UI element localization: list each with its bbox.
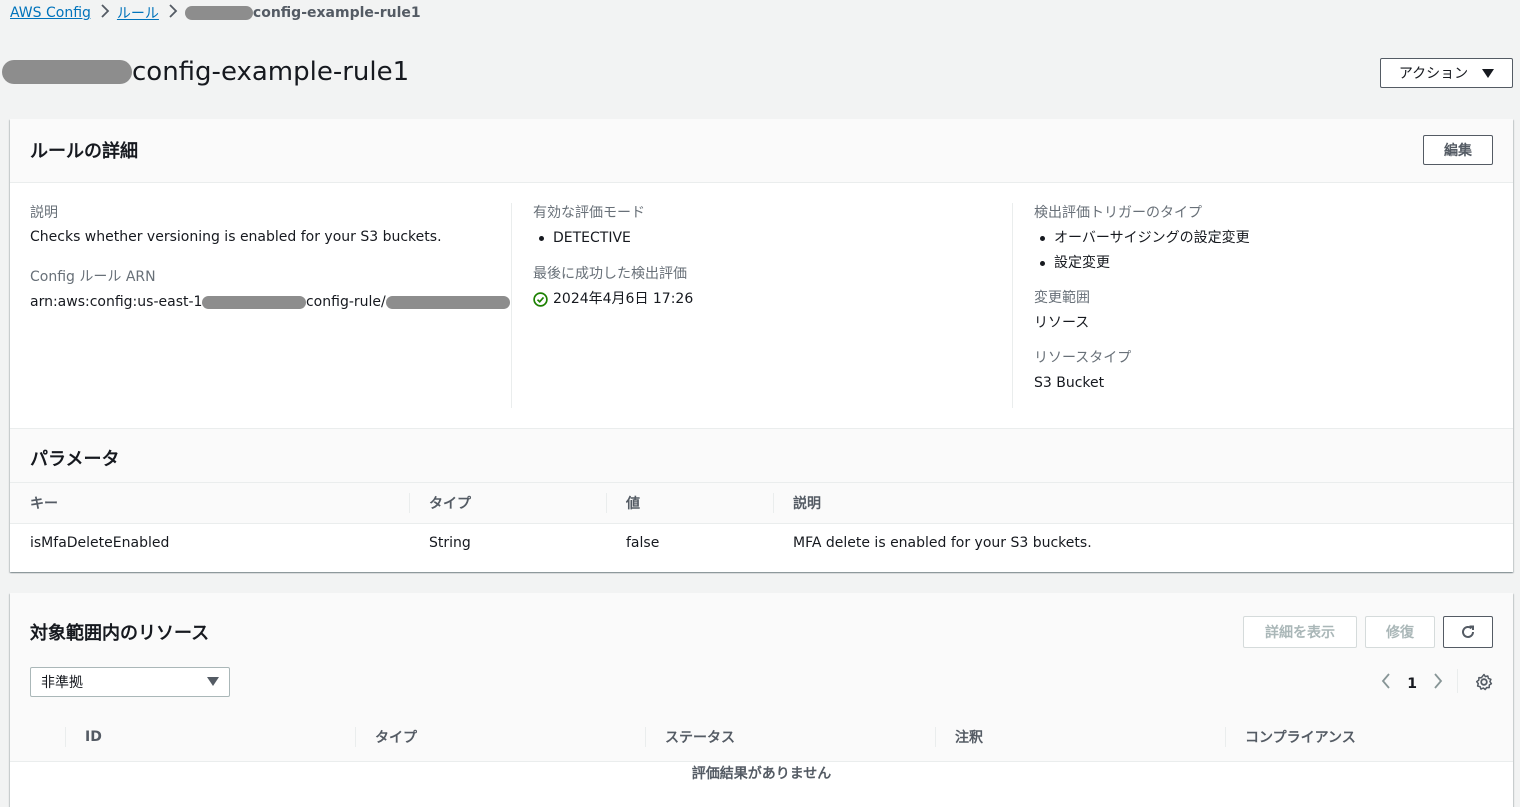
- param-value: false: [626, 535, 660, 552]
- last-eval-value: 2024年4月6日 17:26: [533, 289, 1011, 309]
- resources-header: [10, 593, 1513, 713]
- eval-mode-label: 有効な評価モード: [533, 205, 645, 221]
- details-column-3: 検出評価トリガーのタイプ オーバーサイジングの設定変更 設定変更 変更範囲 リソ…: [1012, 203, 1492, 408]
- column-header-compliance[interactable]: コンプライアンス: [1225, 713, 1513, 762]
- actions-dropdown-button[interactable]: アクション: [1380, 58, 1513, 88]
- scope-value: リソース: [1034, 315, 1090, 331]
- last-eval-text: 2024年4月6日 17:26: [553, 291, 694, 307]
- caret-down-icon: [207, 677, 219, 686]
- page-title: config-example-rule1: [2, 56, 409, 88]
- list-item: DETECTIVE: [533, 228, 1011, 248]
- column-header-type[interactable]: タイプ: [355, 713, 645, 762]
- chevron-right-icon: [168, 4, 178, 22]
- check-circle-icon: [533, 291, 548, 307]
- redacted-text: [202, 295, 306, 309]
- scope-label: 変更範囲: [1034, 290, 1090, 306]
- pagination: 1: [1381, 673, 1443, 694]
- description-label: 説明: [30, 205, 58, 221]
- column-header-annotation[interactable]: 注釈: [935, 713, 1225, 762]
- page-number[interactable]: 1: [1407, 676, 1417, 692]
- list-item: オーバーサイジングの設定変更: [1034, 228, 1492, 248]
- resource-type-label: リソースタイプ: [1034, 350, 1132, 366]
- column-header-key: キー: [10, 483, 409, 524]
- param-key: isMfaDeleteEnabled: [30, 535, 170, 552]
- parameters-title: パラメータ: [30, 449, 120, 470]
- list-item: 設定変更: [1034, 253, 1492, 273]
- trigger-list: オーバーサイジングの設定変更 設定変更: [1034, 228, 1492, 273]
- actions-label: アクション: [1398, 66, 1469, 82]
- compliance-filter-value: 非準拠: [41, 675, 83, 691]
- page-title-text: config-example-rule1: [132, 57, 410, 87]
- trigger-label: 検出評価トリガーのタイプ: [1034, 205, 1202, 221]
- pagination-divider: [1457, 669, 1458, 693]
- rule-details-panel: ルールの詳細 編集 説明 Checks whether versioning i…: [10, 119, 1513, 572]
- view-details-button[interactable]: 詳細を表示: [1243, 616, 1357, 648]
- redacted-text: [385, 295, 510, 309]
- compliance-filter-select[interactable]: 非準拠: [30, 667, 230, 697]
- chevron-right-icon: [100, 4, 110, 22]
- arn-value: arn:aws:config:us-east-1 config-rule/: [30, 292, 510, 312]
- column-header-id[interactable]: ID: [65, 713, 355, 762]
- remediate-button[interactable]: 修復: [1365, 616, 1435, 648]
- parameters-header: [10, 428, 1513, 483]
- redacted-text: [184, 6, 253, 20]
- last-eval-label: 最後に成功した検出評価: [533, 266, 687, 282]
- resources-table: ID タイプ ステータス 注釈 コンプライアンス: [10, 713, 1513, 762]
- caret-down-icon: [1482, 68, 1495, 78]
- remediate-label: 修復: [1386, 625, 1414, 641]
- column-header-type: タイプ: [409, 483, 606, 524]
- column-header-status[interactable]: ステータス: [645, 713, 935, 762]
- parameters-table: キー タイプ 値 説明 isMfaDeleteEnabled String fa…: [10, 483, 1513, 563]
- arn-label: Config ルール ARN: [30, 269, 156, 285]
- breadcrumb-current: config-example-rule1: [252, 5, 421, 21]
- param-type: String: [429, 535, 471, 552]
- details-column-2: 有効な評価モード DETECTIVE 最後に成功した検出評価 2024年4月6日…: [511, 203, 1011, 408]
- resources-panel: 対象範囲内のリソース 詳細を表示 修復 非準拠 1 ID タイプ ステータス 注…: [10, 593, 1513, 807]
- param-description: MFA delete is enabled for your S3 bucket…: [793, 535, 1092, 552]
- previous-page-button[interactable]: [1381, 673, 1391, 694]
- next-page-button[interactable]: [1433, 673, 1443, 694]
- resource-type-value: S3 Bucket: [1034, 375, 1105, 391]
- gear-icon[interactable]: [1475, 673, 1493, 691]
- rule-details-header: [10, 119, 1513, 183]
- description-value: Checks whether versioning is enabled for…: [30, 229, 442, 245]
- edit-label: 編集: [1444, 143, 1472, 159]
- arn-mid: config-rule/: [305, 294, 386, 310]
- column-header-value: 値: [606, 483, 773, 524]
- resources-title: 対象範囲内のリソース: [30, 623, 210, 644]
- eval-mode-list: DETECTIVE: [533, 228, 1011, 248]
- edit-button[interactable]: 編集: [1423, 135, 1493, 165]
- breadcrumb-aws-config[interactable]: AWS Config: [10, 5, 91, 21]
- select-column-header: [10, 713, 65, 762]
- rule-details-title: ルールの詳細: [30, 141, 138, 162]
- refresh-icon: [1460, 624, 1476, 640]
- breadcrumb: AWS Config ルール config-example-rule1: [10, 4, 421, 22]
- column-header-description: 説明: [773, 483, 1513, 524]
- breadcrumb-rules[interactable]: ルール: [117, 3, 159, 23]
- refresh-button[interactable]: [1443, 616, 1493, 648]
- empty-state-text: 評価結果がありません: [691, 766, 832, 782]
- table-row: isMfaDeleteEnabled String false MFA dele…: [10, 523, 1513, 563]
- view-details-label: 詳細を表示: [1265, 625, 1335, 641]
- redacted-text: [2, 60, 132, 84]
- arn-prefix: arn:aws:config:us-east-1: [30, 294, 203, 310]
